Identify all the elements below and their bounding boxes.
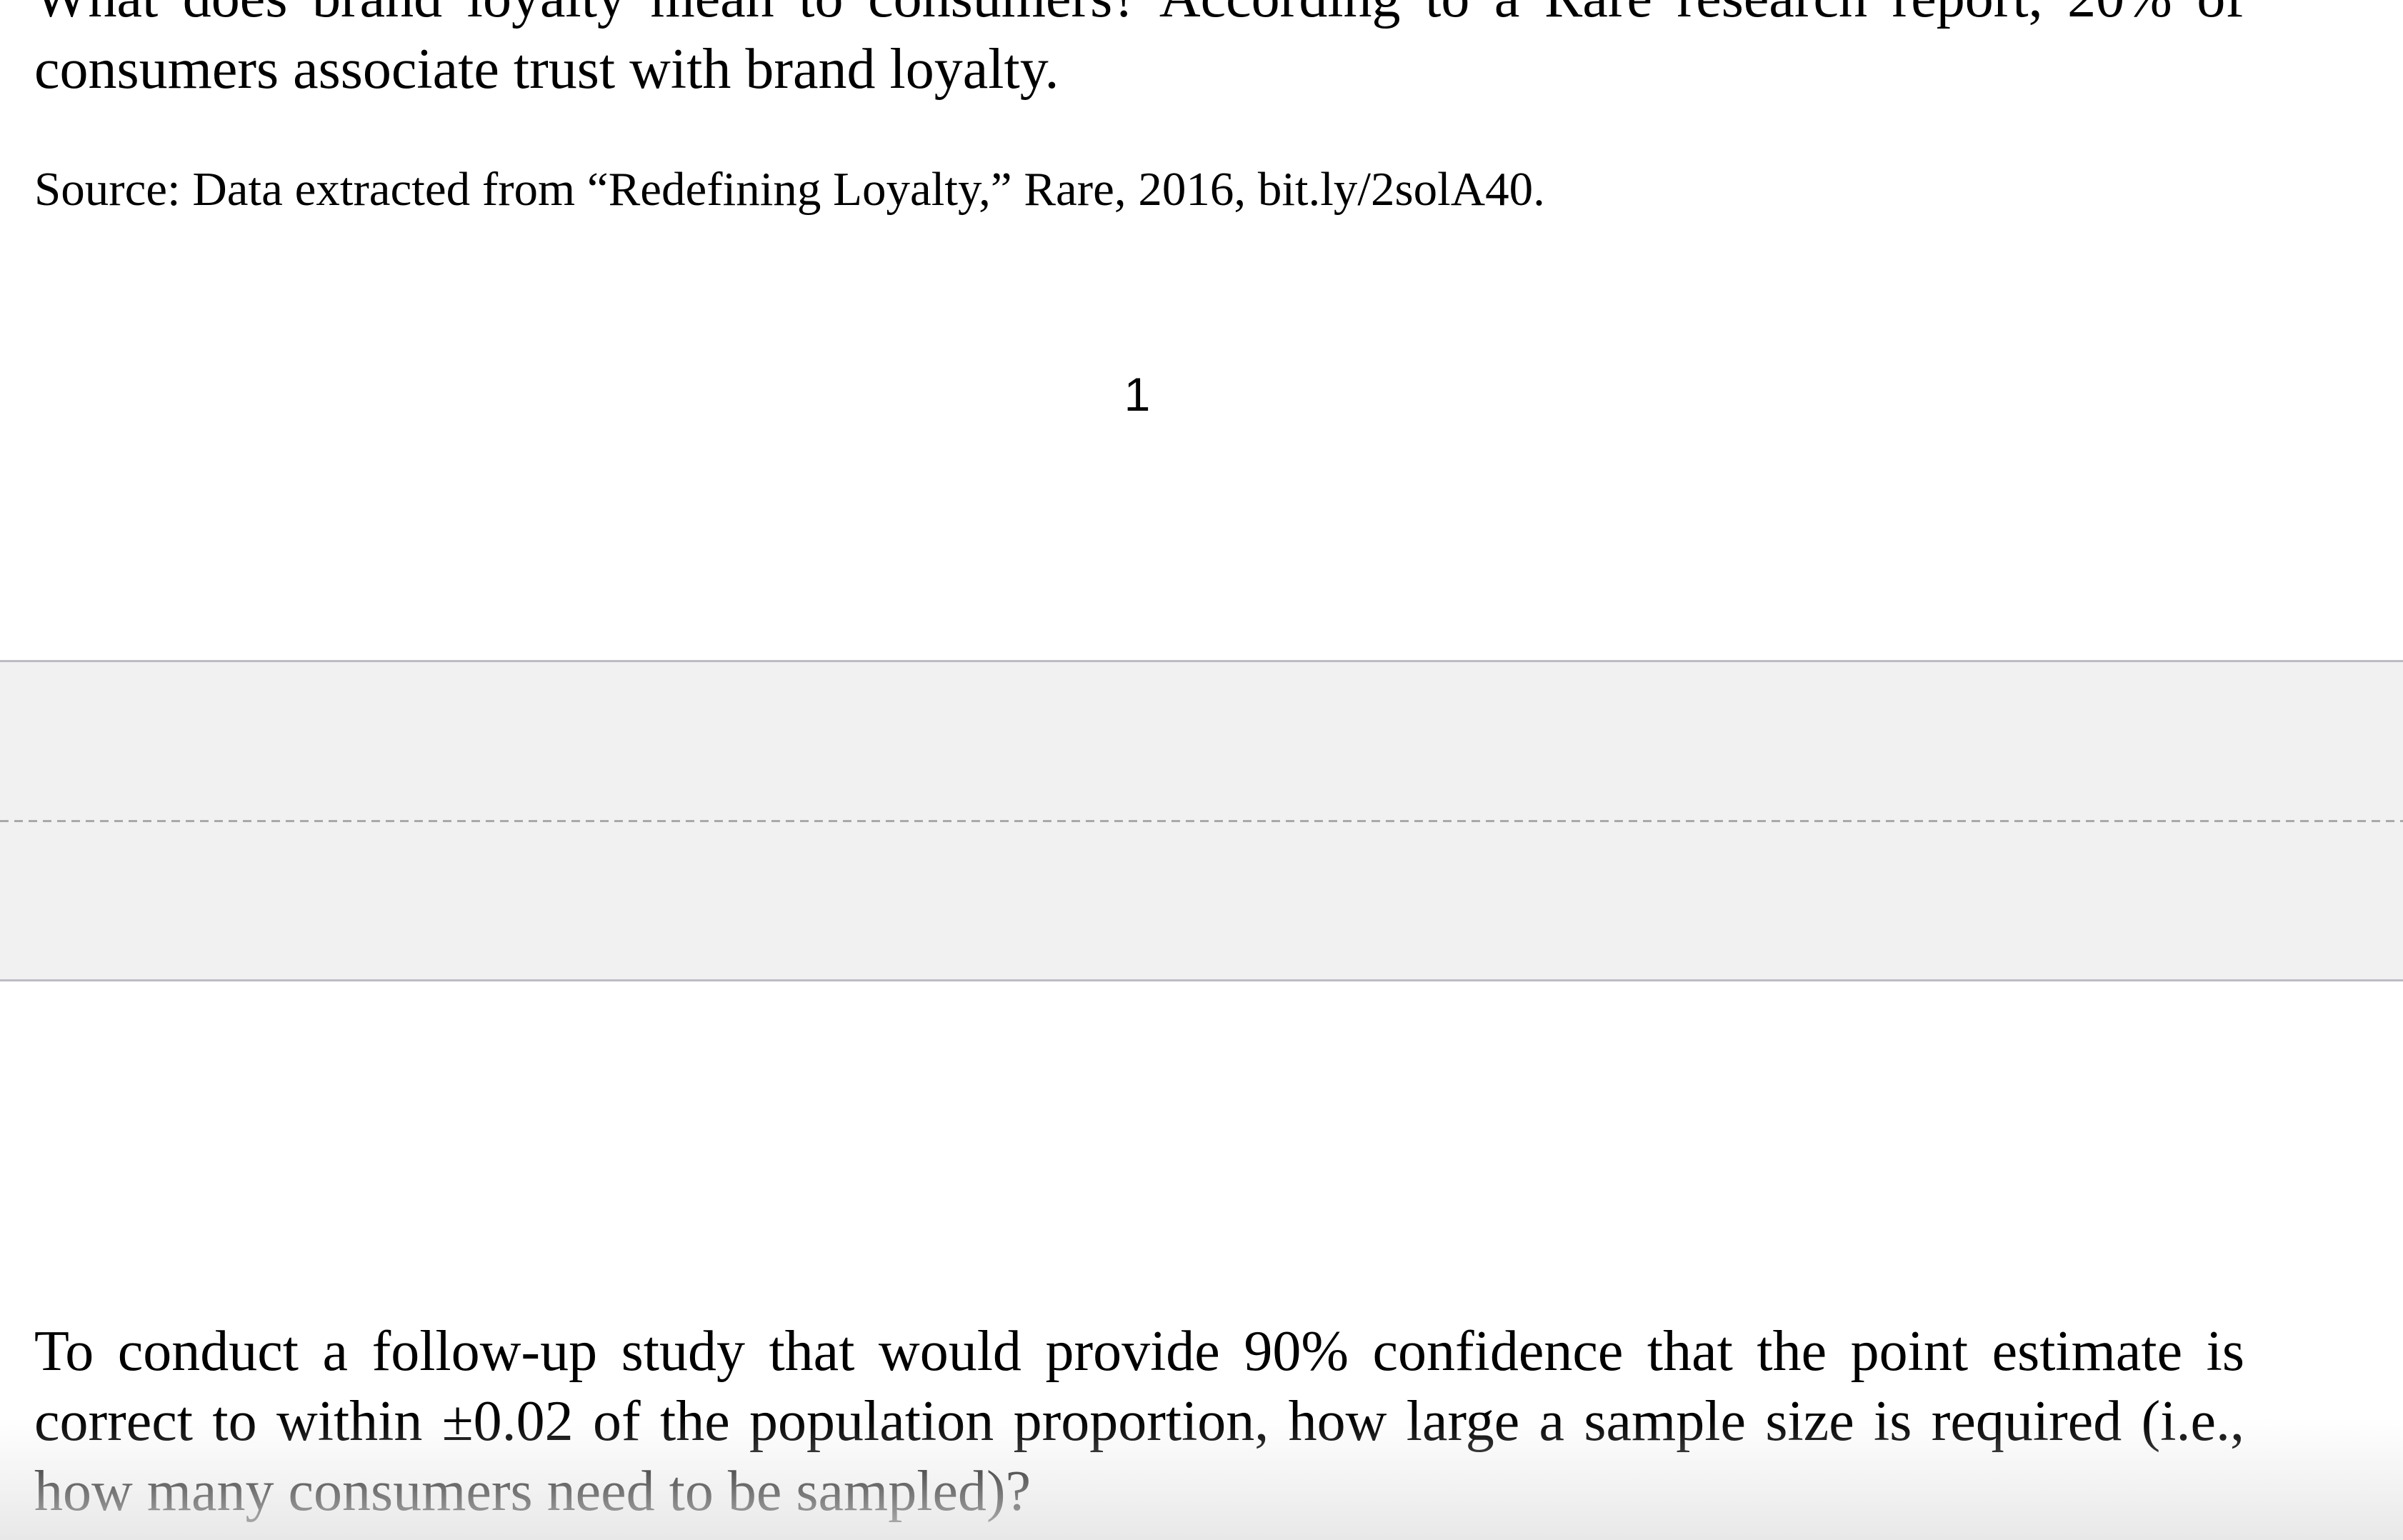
question-paragraph: To conduct a follow-up study that would … [34, 1320, 2244, 1523]
page-break-gap [0, 660, 2403, 981]
source-citation: Source: Data extracted from “Redefining … [34, 163, 1545, 216]
page-break-dashed-line [0, 820, 2403, 822]
intro-paragraph: What does brand loyalty mean to consumer… [34, 0, 2244, 101]
page-number: 1 [1124, 368, 1151, 421]
